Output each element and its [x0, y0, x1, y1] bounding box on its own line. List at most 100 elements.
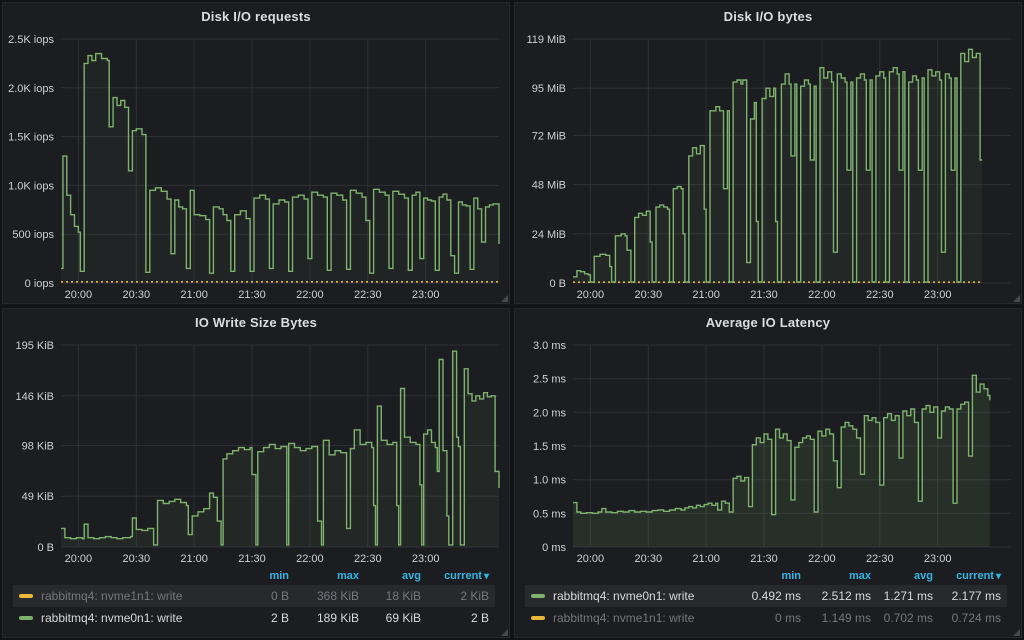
- series-area: [573, 375, 990, 547]
- y-tick-label: 2.5K iops: [8, 34, 54, 46]
- y-tick-label: 1.5 ms: [533, 441, 567, 453]
- panel-average-io-latency: Average IO Latency 20:0020:3021:0021:302…: [514, 308, 1022, 638]
- legend-value-current: 2.177 ms: [933, 589, 1001, 603]
- legend-value-current: 2 KiB: [421, 589, 489, 603]
- legend-header-row: minmaxavgcurrent▾: [525, 567, 1007, 585]
- legend-row: rabbitmq4: nvme1n1: write0 ms1.149 ms0.7…: [525, 607, 1007, 629]
- legend-row: rabbitmq4: nvme1n1: write 0 B368 KiB18 Ki…: [13, 585, 495, 607]
- series-name[interactable]: rabbitmq4: nvme0n1: write: [553, 589, 694, 603]
- y-tick-label: 2.0K iops: [8, 83, 54, 95]
- x-tick-label: 21:00: [692, 289, 720, 301]
- legend-sort-avg[interactable]: avg: [871, 570, 933, 582]
- x-tick-label: 20:00: [577, 289, 605, 301]
- x-tick-label: 20:30: [635, 289, 663, 301]
- legend-header-row: minmaxavgcurrent▾: [13, 567, 495, 585]
- y-tick-label: 72 MiB: [532, 130, 566, 142]
- panel-title-disk-io-requests[interactable]: Disk I/O requests: [3, 3, 509, 29]
- panel-resize-handle[interactable]: [501, 295, 508, 302]
- y-tick-label: 0 ms: [542, 542, 566, 554]
- x-tick-label: 22:30: [354, 289, 382, 301]
- chart-canvas[interactable]: 20:0020:3021:0021:3022:0022:3023:003.0 m…: [515, 335, 1021, 567]
- y-tick-label: 2.5 ms: [533, 374, 567, 386]
- x-tick-label: 20:00: [577, 553, 605, 565]
- x-tick-label: 21:30: [750, 553, 778, 565]
- legend-sort-current[interactable]: current▾: [421, 570, 489, 582]
- x-tick-label: 21:30: [750, 289, 778, 301]
- x-tick-label: 20:00: [65, 289, 93, 301]
- dashboard: Disk I/O requests 20:00 20:30 21:00 21:30 22…: [0, 0, 1024, 640]
- series-name[interactable]: rabbitmq4: nvme1n1: write: [41, 589, 182, 603]
- average-io-latency-chart[interactable]: 20:0020:3021:0021:3022:0022:3023:003.0 m…: [515, 335, 1021, 567]
- y-tick-label: 1.0 ms: [533, 475, 567, 487]
- y-tick-label: 0 iops: [25, 278, 55, 290]
- legend-value-avg: 18 KiB: [359, 589, 421, 603]
- y-tick-label: 95 MiB: [532, 83, 566, 95]
- x-tick-label: 21:30: [238, 289, 266, 301]
- legend-sort-max[interactable]: max: [801, 570, 871, 582]
- x-tick-label: 22:00: [808, 289, 836, 301]
- y-tick-label: 1.5K iops: [8, 132, 54, 144]
- legend-value-max: 189 KiB: [289, 611, 359, 625]
- x-tick-label: 21:00: [180, 553, 208, 565]
- legend-value-max: 1.149 ms: [801, 611, 871, 625]
- y-tick-label: 48 MiB: [532, 180, 566, 192]
- y-tick-label: 98 KiB: [22, 441, 54, 453]
- x-tick-label: 20:30: [123, 553, 151, 565]
- legend-value-max: 2.512 ms: [801, 589, 871, 603]
- legend-value-max: 368 KiB: [289, 589, 359, 603]
- series-color-swatch[interactable]: [19, 616, 33, 620]
- y-tick-label: 49 KiB: [22, 491, 54, 503]
- io-write-size-bytes-chart[interactable]: 20:00 20:30 21:00 21:30 22:00 22:30 23:00 195 K…: [3, 335, 509, 567]
- disk-io-bytes-chart[interactable]: 20:0020:3021:0021:3022:0022:3023:00119 M…: [515, 29, 1021, 303]
- x-tick-label: 22:00: [296, 553, 324, 565]
- x-tick-label: 20:00: [65, 553, 93, 565]
- panel-resize-handle[interactable]: [501, 629, 508, 636]
- chart-canvas[interactable]: 20:0020:3021:0021:3022:0022:3023:00119 M…: [515, 29, 1021, 303]
- x-tick-label: 22:00: [808, 553, 836, 565]
- y-tick-label: 195 KiB: [15, 340, 54, 352]
- average-io-latency-legend: minmaxavgcurrent▾rabbitmq4: nvme0n1: wri…: [515, 567, 1021, 637]
- panel-title-average-io-latency[interactable]: Average IO Latency: [515, 309, 1021, 335]
- y-tick-label: 0 B: [549, 278, 566, 290]
- disk-io-requests-chart[interactable]: 20:0020:3021:0021:3022:0022:3023:002.5K …: [3, 29, 509, 303]
- x-tick-label: 22:30: [354, 553, 382, 565]
- panel-resize-handle[interactable]: [1013, 295, 1020, 302]
- legend-value-avg: 69 KiB: [359, 611, 421, 625]
- x-tick-label: 23:00: [412, 289, 440, 301]
- chart-canvas[interactable]: 20:0020:3021:0021:3022:0022:3023:002.5K …: [3, 29, 509, 303]
- x-tick-label: 22:00: [296, 289, 324, 301]
- y-tick-label: 3.0 ms: [533, 340, 567, 352]
- y-tick-label: 24 MiB: [532, 229, 566, 241]
- series-color-swatch[interactable]: [19, 594, 33, 598]
- legend-value-min: 0.492 ms: [715, 589, 801, 603]
- x-tick-label: 21:30: [238, 553, 266, 565]
- panel-title-disk-io-bytes[interactable]: Disk I/O bytes: [515, 3, 1021, 29]
- y-tick-label: 146 KiB: [15, 391, 54, 403]
- legend-value-min: 0 B: [203, 589, 289, 603]
- panel-title-io-write-size-bytes[interactable]: IO Write Size Bytes: [3, 309, 509, 335]
- legend-sort-min[interactable]: min: [715, 570, 801, 582]
- series-name[interactable]: rabbitmq4: nvme1n1: write: [553, 611, 694, 625]
- series-name[interactable]: rabbitmq4: nvme0n1: write: [41, 611, 182, 625]
- series-color-swatch[interactable]: [531, 594, 545, 598]
- sort-caret-icon: ▾: [484, 571, 489, 582]
- series-color-swatch[interactable]: [531, 616, 545, 620]
- legend-sort-current[interactable]: current▾: [933, 570, 1001, 582]
- x-tick-label: 21:00: [180, 289, 208, 301]
- y-tick-label: 2.0 ms: [533, 407, 567, 419]
- x-tick-label: 23:00: [412, 553, 440, 565]
- legend-row: rabbitmq4: nvme0n1: write 0.492 ms2.512 m…: [525, 585, 1007, 607]
- legend-sort-max[interactable]: max: [289, 570, 359, 582]
- legend-value-avg: 1.271 ms: [871, 589, 933, 603]
- chart-canvas[interactable]: 20:00 20:30 21:00 21:30 22:00 22:30 23:00 195 K…: [3, 335, 509, 567]
- panel-io-write-size-bytes: IO Write Size Bytes 20:00 20:30 21:00 21:30…: [2, 308, 510, 638]
- panel-disk-io-requests: Disk I/O requests 20:0020:3021:0021:3022…: [2, 2, 510, 304]
- legend-value-current: 2 B: [421, 611, 489, 625]
- legend-value-current: 0.724 ms: [933, 611, 1001, 625]
- legend-sort-min[interactable]: min: [203, 570, 289, 582]
- panel-resize-handle[interactable]: [1013, 629, 1020, 636]
- y-tick-label: 500 iops: [12, 229, 54, 241]
- x-tick-label: 23:00: [924, 289, 952, 301]
- legend-sort-avg[interactable]: avg: [359, 570, 421, 582]
- panel-disk-io-bytes: Disk I/O bytes 20:00 20:30 21:00 21:30 22:00…: [514, 2, 1022, 304]
